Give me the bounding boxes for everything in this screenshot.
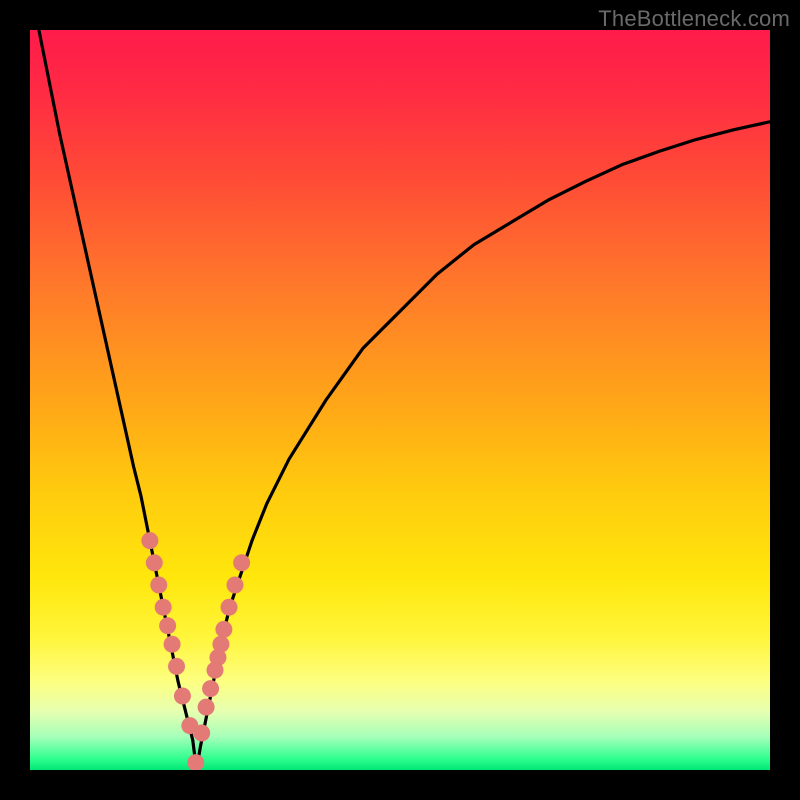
- marker-dot: [159, 617, 176, 634]
- marker-dot: [155, 599, 172, 616]
- marker-dot: [226, 577, 243, 594]
- marker-dot: [215, 621, 232, 638]
- watermark-text: TheBottleneck.com: [598, 6, 790, 32]
- marker-dot: [164, 636, 181, 653]
- marker-dots: [141, 532, 250, 770]
- plot-area: [30, 30, 770, 770]
- marker-dot: [174, 688, 191, 705]
- marker-dot: [187, 754, 204, 770]
- marker-dot: [193, 725, 210, 742]
- marker-dot: [202, 680, 219, 697]
- marker-dot: [212, 636, 229, 653]
- marker-dot: [198, 699, 215, 716]
- bottleneck-curve: [30, 30, 770, 770]
- marker-dot: [150, 577, 167, 594]
- marker-dot: [221, 599, 238, 616]
- marker-dot: [141, 532, 158, 549]
- chart-frame: TheBottleneck.com: [0, 0, 800, 800]
- marker-dot: [168, 658, 185, 675]
- curve-layer: [30, 30, 770, 770]
- marker-dot: [146, 554, 163, 571]
- marker-dot: [233, 554, 250, 571]
